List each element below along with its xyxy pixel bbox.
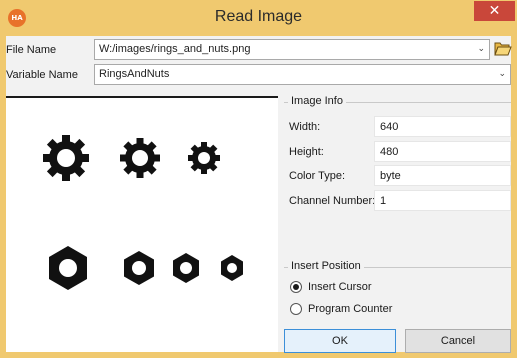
dialog-body: File Name W:/images/rings_and_nuts.png ⌄…	[6, 36, 512, 353]
channel-number-label: Channel Number:	[289, 195, 376, 207]
insert-cursor-radio[interactable]	[290, 281, 302, 293]
height-value: 480	[374, 141, 511, 162]
chevron-down-icon[interactable]: ⌄	[477, 44, 485, 54]
program-counter-radio[interactable]	[290, 303, 302, 315]
width-value: 640	[374, 116, 511, 137]
image-preview	[6, 96, 278, 352]
image-preview-canvas	[6, 98, 278, 352]
window-title: Read Image	[214, 8, 303, 25]
variable-name-value: RingsAndNuts	[99, 68, 170, 80]
read-image-dialog: HA Read Image ✕ File Name W:/images/ring…	[0, 0, 517, 358]
folder-icon	[494, 42, 512, 56]
variable-name-combobox[interactable]: RingsAndNuts ⌄	[94, 64, 511, 85]
color-type-label: Color Type:	[289, 170, 346, 182]
height-label: Height:	[289, 146, 324, 158]
channel-number-value: 1	[374, 190, 511, 211]
color-type-value: byte	[374, 165, 511, 186]
file-name-label: File Name	[6, 44, 57, 56]
ok-button[interactable]: OK	[284, 329, 396, 353]
ring-shape	[188, 142, 220, 174]
insert-cursor-label[interactable]: Insert Cursor	[308, 281, 372, 293]
title-bar[interactable]: HA Read Image ✕	[0, 0, 517, 36]
close-button[interactable]: ✕	[474, 1, 515, 21]
cancel-button[interactable]: Cancel	[405, 329, 511, 353]
image-info-title: Image Info	[288, 95, 346, 107]
program-counter-label[interactable]: Program Counter	[308, 303, 392, 315]
ring-shape	[120, 138, 160, 178]
insert-position-title: Insert Position	[288, 260, 364, 272]
chevron-down-icon[interactable]: ⌄	[498, 69, 506, 79]
file-name-combobox[interactable]: W:/images/rings_and_nuts.png ⌄	[94, 39, 490, 60]
ring-shape	[43, 135, 89, 181]
file-name-value: W:/images/rings_and_nuts.png	[99, 43, 251, 55]
variable-name-label: Variable Name	[6, 69, 78, 81]
browse-folder-button[interactable]	[494, 40, 512, 57]
width-label: Width:	[289, 121, 321, 133]
